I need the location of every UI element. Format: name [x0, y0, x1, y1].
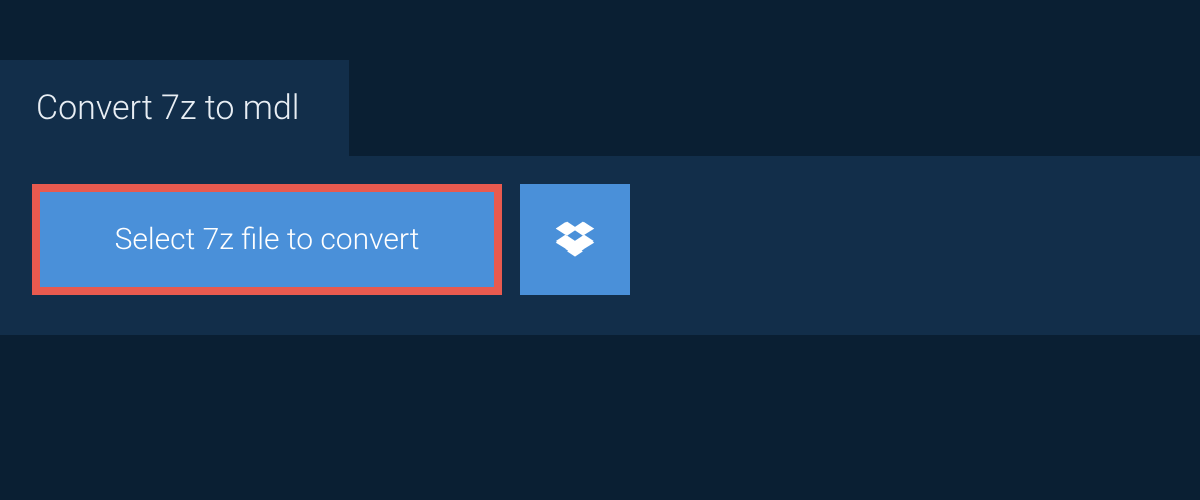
select-file-button[interactable]: Select 7z file to convert — [32, 184, 502, 295]
button-row: Select 7z file to convert — [32, 184, 1168, 295]
tab-title: Convert 7z to mdl — [36, 88, 299, 128]
dropbox-icon — [554, 219, 596, 261]
select-file-label: Select 7z file to convert — [115, 222, 420, 257]
dropbox-button[interactable] — [520, 184, 630, 295]
convert-panel: Select 7z file to convert — [0, 156, 1200, 335]
tab-convert[interactable]: Convert 7z to mdl — [0, 60, 349, 156]
tab-bar: Convert 7z to mdl — [0, 0, 1200, 156]
